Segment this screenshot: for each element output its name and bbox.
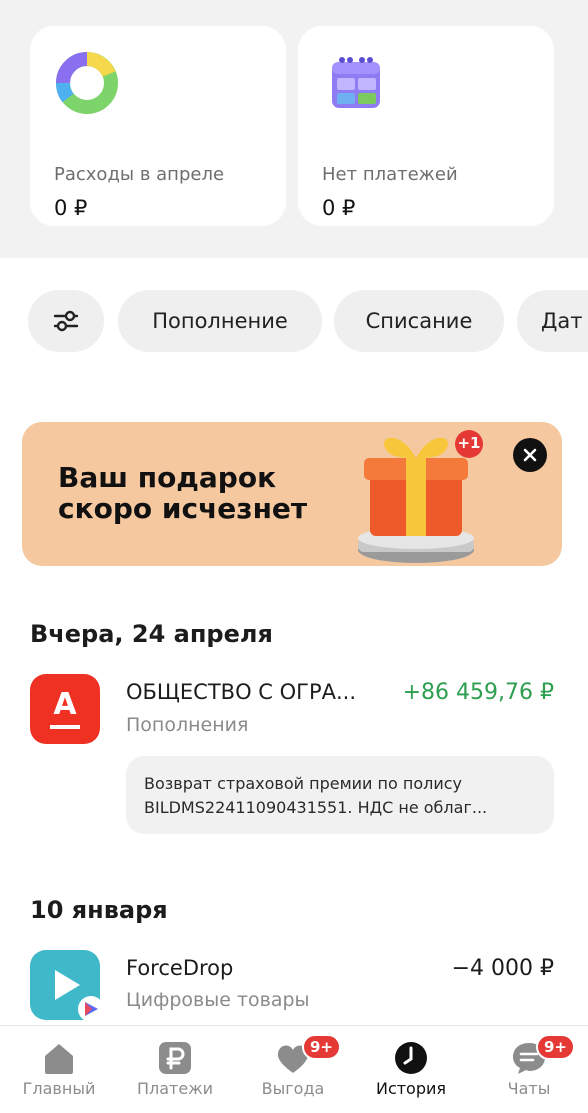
chip-writeoff[interactable]: Списание <box>334 290 504 352</box>
chip-topup[interactable]: Пополнение <box>118 290 322 352</box>
nav-history-label: История <box>375 1079 447 1098</box>
donut-chart-icon <box>56 52 118 114</box>
store-play-icon <box>85 1002 98 1016</box>
alfa-bank-letter: А <box>53 686 77 722</box>
nav-home-label: Главный <box>22 1079 96 1098</box>
expenses-value: 0 ₽ <box>54 196 88 220</box>
clock-icon <box>395 1042 427 1074</box>
payments-value: 0 ₽ <box>322 196 356 220</box>
source-app-icon <box>78 996 104 1022</box>
nav-chats-label: Чаты <box>507 1079 551 1098</box>
filter-settings-button[interactable] <box>28 290 104 352</box>
home-icon <box>45 1044 73 1074</box>
nav-history[interactable]: История <box>352 1026 470 1113</box>
transaction-category: Цифровые товары <box>126 989 310 1011</box>
chip-date[interactable]: Дат <box>517 290 588 352</box>
nav-chats[interactable]: 9+ Чаты <box>470 1026 588 1113</box>
summary-area: Расходы в апреле 0 ₽ Нет платежей 0 ₽ <box>0 0 588 258</box>
notification-badge: 9+ <box>536 1034 576 1060</box>
nav-benefits-label: Выгода <box>261 1079 325 1098</box>
transaction-amount: −4 000 ₽ <box>451 956 554 981</box>
banner-close-button[interactable] <box>513 438 547 472</box>
nav-home[interactable]: Главный <box>0 1026 118 1113</box>
transaction-note-line2: BILDMS22411090431551. НДС не облаг... <box>144 798 488 817</box>
transaction-note: Возврат страховой премии по полису BILDM… <box>126 756 554 834</box>
nav-payments[interactable]: Платежи <box>116 1026 234 1113</box>
banner-text: Ваш подарок скоро исчезнет <box>58 462 358 524</box>
filter-bar: Пополнение Списание Дат <box>0 290 588 354</box>
payments-card[interactable]: Нет платежей 0 ₽ <box>298 26 554 226</box>
transaction-amount: +86 459,76 ₽ <box>402 680 554 705</box>
payments-label: Нет платежей <box>322 164 458 185</box>
alfa-bank-icon: А <box>30 674 100 744</box>
banner-line2: скоро исчезнет <box>58 492 308 525</box>
section-date-yesterday: Вчера, 24 апреля <box>30 620 273 648</box>
transaction-category: Пополнения <box>126 714 249 736</box>
gift-banner[interactable]: Ваш подарок скоро исчезнет +1 <box>22 422 562 566</box>
expenses-label: Расходы в апреле <box>54 164 225 185</box>
notification-badge: 9+ <box>302 1034 342 1060</box>
alfa-bank-underline <box>50 724 80 729</box>
ruble-icon <box>159 1042 191 1074</box>
sliders-icon <box>53 310 79 332</box>
banner-line1: Ваш подарок <box>58 461 277 494</box>
bottom-nav: Главный Платежи 9+ Выгода История 9+ Чат… <box>0 1025 588 1113</box>
transaction-note-line1: Возврат страховой премии по полису <box>144 774 462 793</box>
gift-badge: +1 <box>457 434 481 452</box>
section-date-january: 10 января <box>30 896 168 924</box>
transaction-name: ForceDrop <box>126 956 234 980</box>
nav-payments-label: Платежи <box>136 1079 214 1098</box>
transaction-name: ОБЩЕСТВО С ОГРА... <box>126 680 357 704</box>
expenses-card[interactable]: Расходы в апреле 0 ₽ <box>30 26 286 226</box>
close-icon <box>523 448 537 462</box>
nav-benefits[interactable]: 9+ Выгода <box>234 1026 352 1113</box>
calendar-icon <box>332 57 380 108</box>
